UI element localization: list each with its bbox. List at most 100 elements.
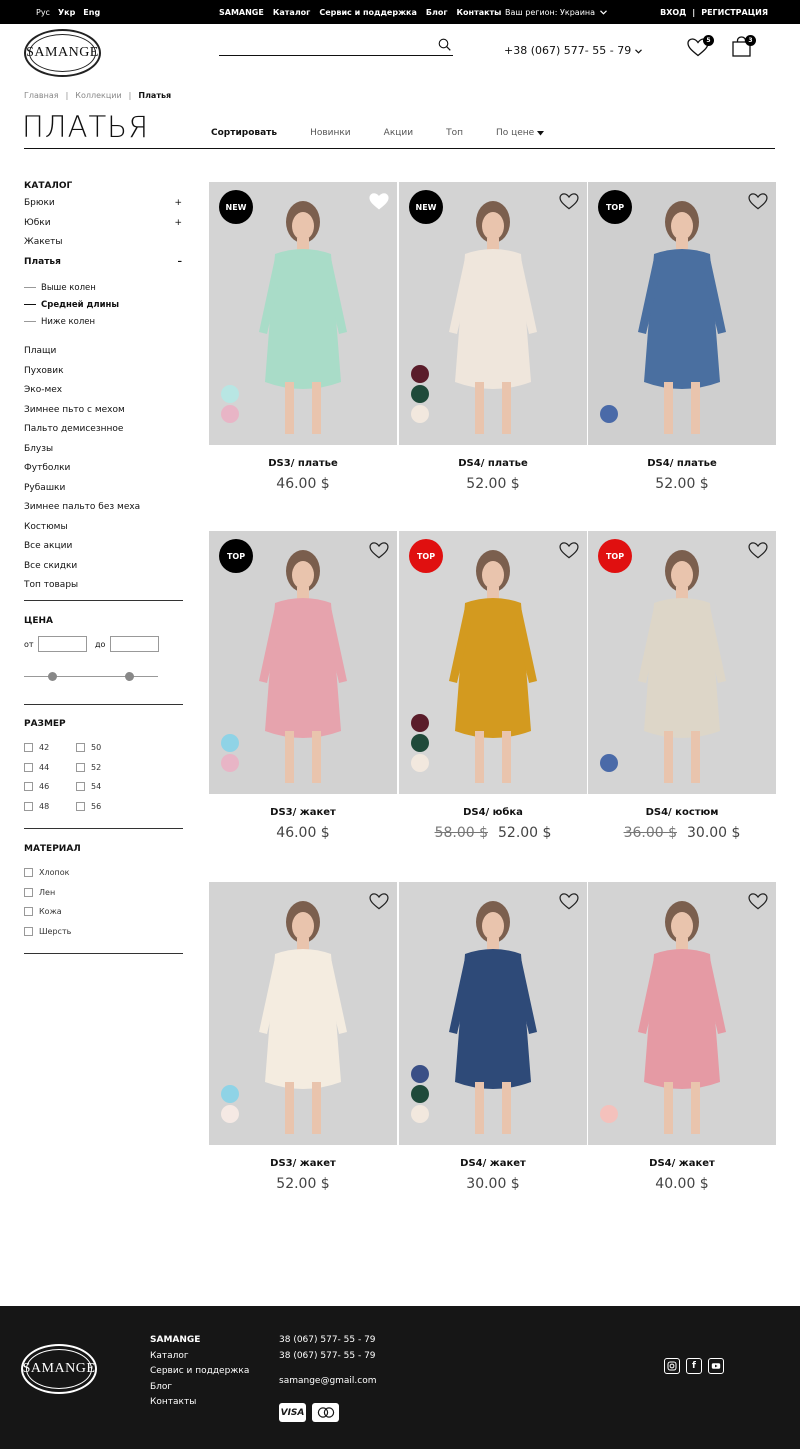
sort-option-new[interactable]: Новинки [310,128,351,138]
category-item[interactable]: Зимнее пальто без меха [24,498,140,518]
category-item[interactable]: Футболки [24,459,140,479]
product-name[interactable]: DS3/ платье [209,458,397,469]
breadcrumb-collections[interactable]: Коллекции [75,91,121,100]
category-item[interactable]: Рубашки [24,479,140,499]
footer-link[interactable]: Контакты [150,1395,249,1411]
color-swatch[interactable] [411,385,429,403]
product-image[interactable] [209,882,397,1145]
size-checkbox[interactable]: 56 [76,797,101,817]
category-item-active[interactable]: Платья – [24,257,182,277]
product-name[interactable]: DS4/ костюм [588,807,776,818]
size-checkbox[interactable]: 50 [76,738,101,758]
color-swatch[interactable] [411,405,429,423]
product-name[interactable]: DS4/ жакет [399,1158,587,1169]
header-phone[interactable]: +38 (067) 577- 55 - 79 [504,44,642,57]
color-swatch[interactable] [221,1085,239,1103]
nav-item-contacts[interactable]: Контакты [457,8,502,17]
nav-item-blog[interactable]: Блог [426,8,448,17]
color-swatch[interactable] [221,734,239,752]
expand-toggle[interactable]: + [174,198,182,218]
product-name[interactable]: DS4/ юбка [399,807,587,818]
wishlist-heart-icon[interactable] [748,193,768,210]
price-slider-track[interactable] [24,676,158,677]
lang-ua[interactable]: Укр [58,8,75,17]
product-image[interactable] [399,882,587,1145]
category-item[interactable]: Зимнее пьто с мехом [24,401,140,421]
nav-item-service[interactable]: Сервис и поддержка [319,8,417,17]
color-swatch[interactable] [221,405,239,423]
color-swatch[interactable] [221,385,239,403]
logo[interactable]: SAMANGE [24,29,101,77]
footer-link[interactable]: Сервис и поддержка [150,1364,249,1380]
price-slider-min-handle[interactable] [48,672,57,681]
category-item[interactable]: Пальто демисезнное [24,420,140,440]
color-swatch[interactable] [411,365,429,383]
sort-option-top[interactable]: Топ [446,128,463,138]
price-to-input[interactable] [110,636,159,652]
color-swatch[interactable] [221,754,239,772]
wishlist-heart-icon[interactable] [559,893,579,910]
nav-item-catalog[interactable]: Каталог [273,8,311,17]
category-item[interactable]: Топ товары [24,576,140,596]
material-checkbox[interactable]: Кожа [24,902,71,922]
youtube-icon[interactable] [708,1358,724,1374]
size-checkbox[interactable]: 42 [24,738,49,758]
footer-link[interactable]: Каталог [150,1349,249,1365]
footer-phone[interactable]: 38 (067) 577- 55 - 79 [279,1349,377,1365]
wishlist-heart-icon[interactable] [559,193,579,210]
instagram-icon[interactable] [664,1358,680,1374]
material-checkbox[interactable]: Лен [24,883,71,903]
facebook-icon[interactable]: f [686,1358,702,1374]
category-item[interactable]: Плащи [24,342,140,362]
register-link[interactable]: РЕГИСТРАЦИЯ [701,8,768,17]
footer-link[interactable]: Блог [150,1380,249,1396]
category-item[interactable]: Брюки + [24,198,182,218]
product-name[interactable]: DS4/ платье [588,458,776,469]
color-swatch[interactable] [411,1105,429,1123]
login-link[interactable]: ВХОД [660,8,686,17]
wishlist-heart-icon[interactable] [369,893,389,910]
category-item[interactable]: Костюмы [24,518,140,538]
search-icon[interactable] [438,38,451,51]
sort-option-sales[interactable]: Акции [384,128,413,138]
subcategory-item[interactable]: Ниже колен [24,313,119,330]
color-swatch[interactable] [600,1105,618,1123]
subcategory-item-active[interactable]: Средней длины [24,296,119,313]
size-checkbox[interactable]: 52 [76,758,101,778]
color-swatch[interactable] [411,734,429,752]
material-checkbox[interactable]: Хлопок [24,863,71,883]
footer-phone[interactable]: 38 (067) 577- 55 - 79 [279,1333,377,1349]
color-swatch[interactable] [600,754,618,772]
category-item[interactable]: Юбки + [24,218,182,238]
color-swatch[interactable] [411,1065,429,1083]
category-item[interactable]: Эко-мех [24,381,140,401]
product-name[interactable]: DS3/ жакет [209,807,397,818]
sort-option-price[interactable]: По цене [496,128,545,138]
size-checkbox[interactable]: 54 [76,777,101,797]
product-name[interactable]: DS4/ жакет [588,1158,776,1169]
color-swatch[interactable] [411,1085,429,1103]
price-slider-max-handle[interactable] [125,672,134,681]
search-input[interactable] [219,42,429,59]
expand-toggle[interactable]: + [174,218,182,238]
lang-en[interactable]: Eng [83,8,100,17]
color-swatch[interactable] [411,714,429,732]
category-item[interactable]: Пуховик [24,362,140,382]
color-swatch[interactable] [221,1105,239,1123]
product-name[interactable]: DS4/ платье [399,458,587,469]
category-item[interactable]: Все скидки [24,557,140,577]
wishlist-heart-icon[interactable] [748,542,768,559]
wishlist-heart-icon[interactable] [559,542,579,559]
lang-ru[interactable]: Рус [36,8,50,17]
wishlist-heart-icon[interactable] [369,542,389,559]
size-checkbox[interactable]: 46 [24,777,49,797]
price-from-input[interactable] [38,636,87,652]
footer-link[interactable]: SAMANGE [150,1333,249,1349]
wishlist-heart-icon[interactable] [369,193,389,210]
category-item[interactable]: Жакеты [24,237,182,257]
collapse-toggle[interactable]: – [178,257,183,277]
size-checkbox[interactable]: 48 [24,797,49,817]
region-selector[interactable]: Ваш регион: Украина [505,8,607,17]
product-name[interactable]: DS3/ жакет [209,1158,397,1169]
nav-item-samange[interactable]: SAMANGE [219,8,264,17]
